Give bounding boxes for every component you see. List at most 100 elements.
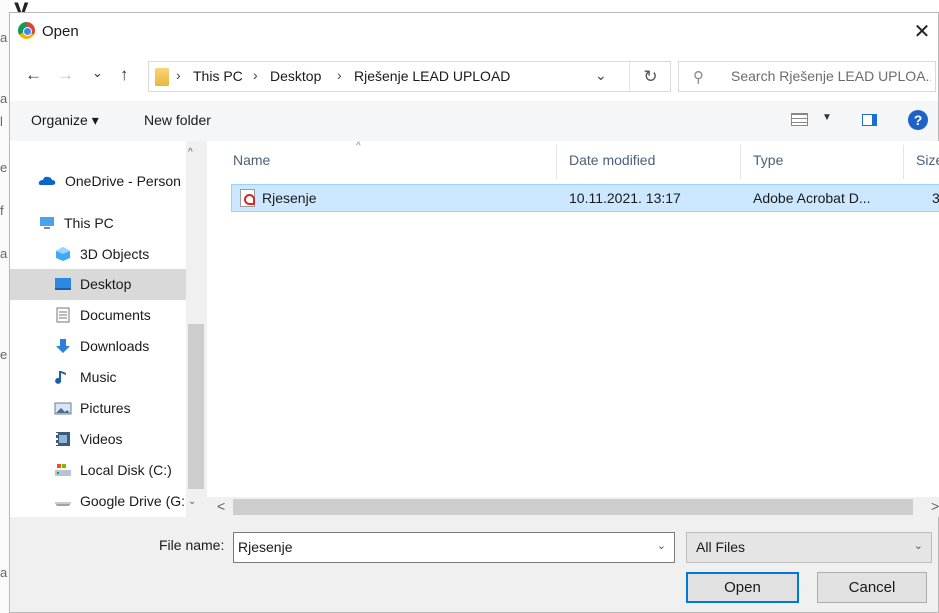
- background-text: a: [0, 91, 8, 106]
- new-folder-button[interactable]: New folder: [144, 112, 211, 128]
- background-text: f: [0, 203, 4, 218]
- file-name: Rjesenje: [262, 190, 317, 206]
- sidebar-item-desktop[interactable]: Desktop: [10, 269, 186, 300]
- sidebar-item-music[interactable]: Music: [10, 362, 186, 393]
- pictures-icon: [54, 402, 72, 415]
- pdf-file-icon: [240, 189, 255, 207]
- scroll-down-button[interactable]: ⌄: [188, 496, 196, 507]
- file-type: Adobe Acrobat D...: [753, 190, 871, 206]
- column-divider[interactable]: [556, 145, 557, 179]
- sidebar-item-google-drive[interactable]: Google Drive (G:: [10, 486, 186, 517]
- column-header-size[interactable]: Size: [916, 152, 939, 168]
- recent-locations-button[interactable]: ⌄: [92, 63, 103, 83]
- breadcrumb-desktop[interactable]: Desktop: [270, 68, 321, 84]
- background-text: a: [0, 246, 8, 261]
- refresh-button[interactable]: ↻: [629, 62, 671, 91]
- chevron-down-icon[interactable]: ⌄: [657, 539, 666, 552]
- sidebar-item-local-disk[interactable]: Local Disk (C:): [10, 455, 186, 486]
- scroll-right-button[interactable]: >: [931, 498, 939, 514]
- organize-menu[interactable]: Organize ▾: [31, 112, 99, 129]
- file-name-field[interactable]: Rjesenje ⌄: [233, 532, 675, 563]
- file-name-value[interactable]: Rjesenje: [238, 539, 292, 555]
- column-divider[interactable]: [740, 145, 741, 179]
- column-header-date-modified[interactable]: Date modified: [569, 152, 655, 168]
- background-text: a: [0, 565, 8, 580]
- music-icon: [55, 371, 66, 384]
- close-button[interactable]: ✕: [908, 19, 936, 45]
- sidebar-item-label: Desktop: [80, 276, 132, 292]
- command-bar: Organize ▾ New folder ▼ ?: [10, 101, 938, 141]
- back-button[interactable]: ←: [25, 65, 42, 85]
- column-header-name[interactable]: Name: [233, 152, 270, 168]
- this-pc-icon: [40, 217, 54, 229]
- search-icon: ⚲: [693, 69, 704, 86]
- scrollbar-thumb[interactable]: [188, 324, 204, 489]
- scrollbar-thumb[interactable]: [233, 499, 913, 515]
- background-text: a: [0, 30, 8, 45]
- sort-caret-icon: ^: [356, 141, 361, 152]
- breadcrumb-separator[interactable]: ›: [337, 67, 342, 83]
- sidebar-item-label: Local Disk (C:): [80, 462, 172, 478]
- desktop-icon: [55, 278, 71, 290]
- sidebar-item-label: Downloads: [80, 338, 150, 354]
- file-name-label: File name:: [159, 537, 225, 553]
- sidebar-item-label: This PC: [64, 215, 114, 231]
- sidebar-item-label: OneDrive - Person: [65, 173, 181, 189]
- change-view-icon[interactable]: [791, 113, 808, 126]
- background-text: e: [0, 160, 8, 175]
- column-header-type[interactable]: Type: [753, 152, 783, 168]
- breadcrumb-this-pc[interactable]: This PC: [193, 68, 243, 84]
- preview-pane-icon[interactable]: [862, 114, 877, 126]
- file-size: 3: [932, 190, 939, 206]
- file-date-modified: 10.11.2021. 13:17: [569, 190, 681, 206]
- sidebar-item-onedrive[interactable]: OneDrive - Person: [10, 166, 186, 197]
- scroll-left-button[interactable]: <: [217, 498, 225, 514]
- breadcrumb-separator[interactable]: ›: [253, 67, 258, 83]
- up-button[interactable]: ↑: [120, 65, 129, 85]
- search-box[interactable]: ⚲ Search Rješenje LEAD UPLOA...: [678, 61, 936, 92]
- onedrive-icon: [38, 176, 56, 185]
- view-options-dropdown[interactable]: ▼: [822, 112, 832, 123]
- sidebar-item-3d-objects[interactable]: 3D Objects: [10, 239, 186, 270]
- breadcrumb-separator[interactable]: ›: [176, 67, 181, 83]
- file-type-filter-value[interactable]: All Files: [696, 539, 745, 555]
- local-disk-icon: [55, 464, 71, 476]
- documents-icon: [56, 307, 70, 323]
- sidebar-item-pictures[interactable]: Pictures: [10, 393, 186, 424]
- column-divider[interactable]: [903, 145, 904, 179]
- title-bar: Open ✕: [10, 13, 938, 51]
- address-dropdown-button[interactable]: ⌄: [595, 67, 607, 84]
- navigation-scrollbar[interactable]: ^ ⌄: [186, 141, 207, 517]
- help-icon[interactable]: ?: [908, 110, 928, 130]
- search-input[interactable]: Search Rješenje LEAD UPLOA...: [731, 68, 931, 84]
- file-list: ^ Name Date modified Type Size Rjesenje …: [207, 141, 939, 497]
- address-toolbar: ← → ⌄ ↑ › This PC › Desktop › Rješenje L…: [10, 51, 938, 101]
- file-type-filter[interactable]: All Files ⌄: [686, 532, 932, 563]
- sidebar-item-documents[interactable]: Documents: [10, 300, 186, 331]
- navigation-pane: OneDrive - Person This PC 3D Objects Des…: [10, 141, 207, 517]
- sidebar-item-label: Documents: [80, 307, 151, 323]
- sidebar-item-label: Music: [80, 369, 117, 385]
- sidebar-item-downloads[interactable]: Downloads: [10, 331, 186, 362]
- google-drive-icon: [55, 502, 71, 506]
- cancel-button[interactable]: Cancel: [817, 572, 927, 603]
- dialog-title: Open: [42, 23, 79, 40]
- background-edge: a a l e f a e a: [0, 0, 9, 613]
- table-row[interactable]: Rjesenje 10.11.2021. 13:17 Adobe Acrobat…: [231, 184, 939, 212]
- horizontal-scrollbar[interactable]: < >: [207, 497, 939, 517]
- videos-icon: [56, 432, 70, 446]
- folder-icon: [155, 68, 169, 86]
- scroll-up-button[interactable]: ^: [188, 147, 193, 158]
- chevron-down-icon[interactable]: ⌄: [914, 539, 923, 552]
- sidebar-item-this-pc[interactable]: This PC: [10, 208, 186, 239]
- breadcrumb-current-folder[interactable]: Rješenje LEAD UPLOAD: [354, 68, 510, 84]
- sidebar-item-label: 3D Objects: [80, 246, 150, 262]
- address-bar[interactable]: › This PC › Desktop › Rješenje LEAD UPLO…: [148, 61, 671, 92]
- chrome-icon: [18, 22, 35, 39]
- downloads-icon: [56, 339, 70, 353]
- open-button[interactable]: Open: [686, 572, 799, 603]
- background-text: l: [0, 114, 3, 129]
- sidebar-item-videos[interactable]: Videos: [10, 424, 186, 455]
- forward-button[interactable]: →: [57, 65, 74, 85]
- sidebar-item-label: Google Drive (G:: [80, 493, 186, 509]
